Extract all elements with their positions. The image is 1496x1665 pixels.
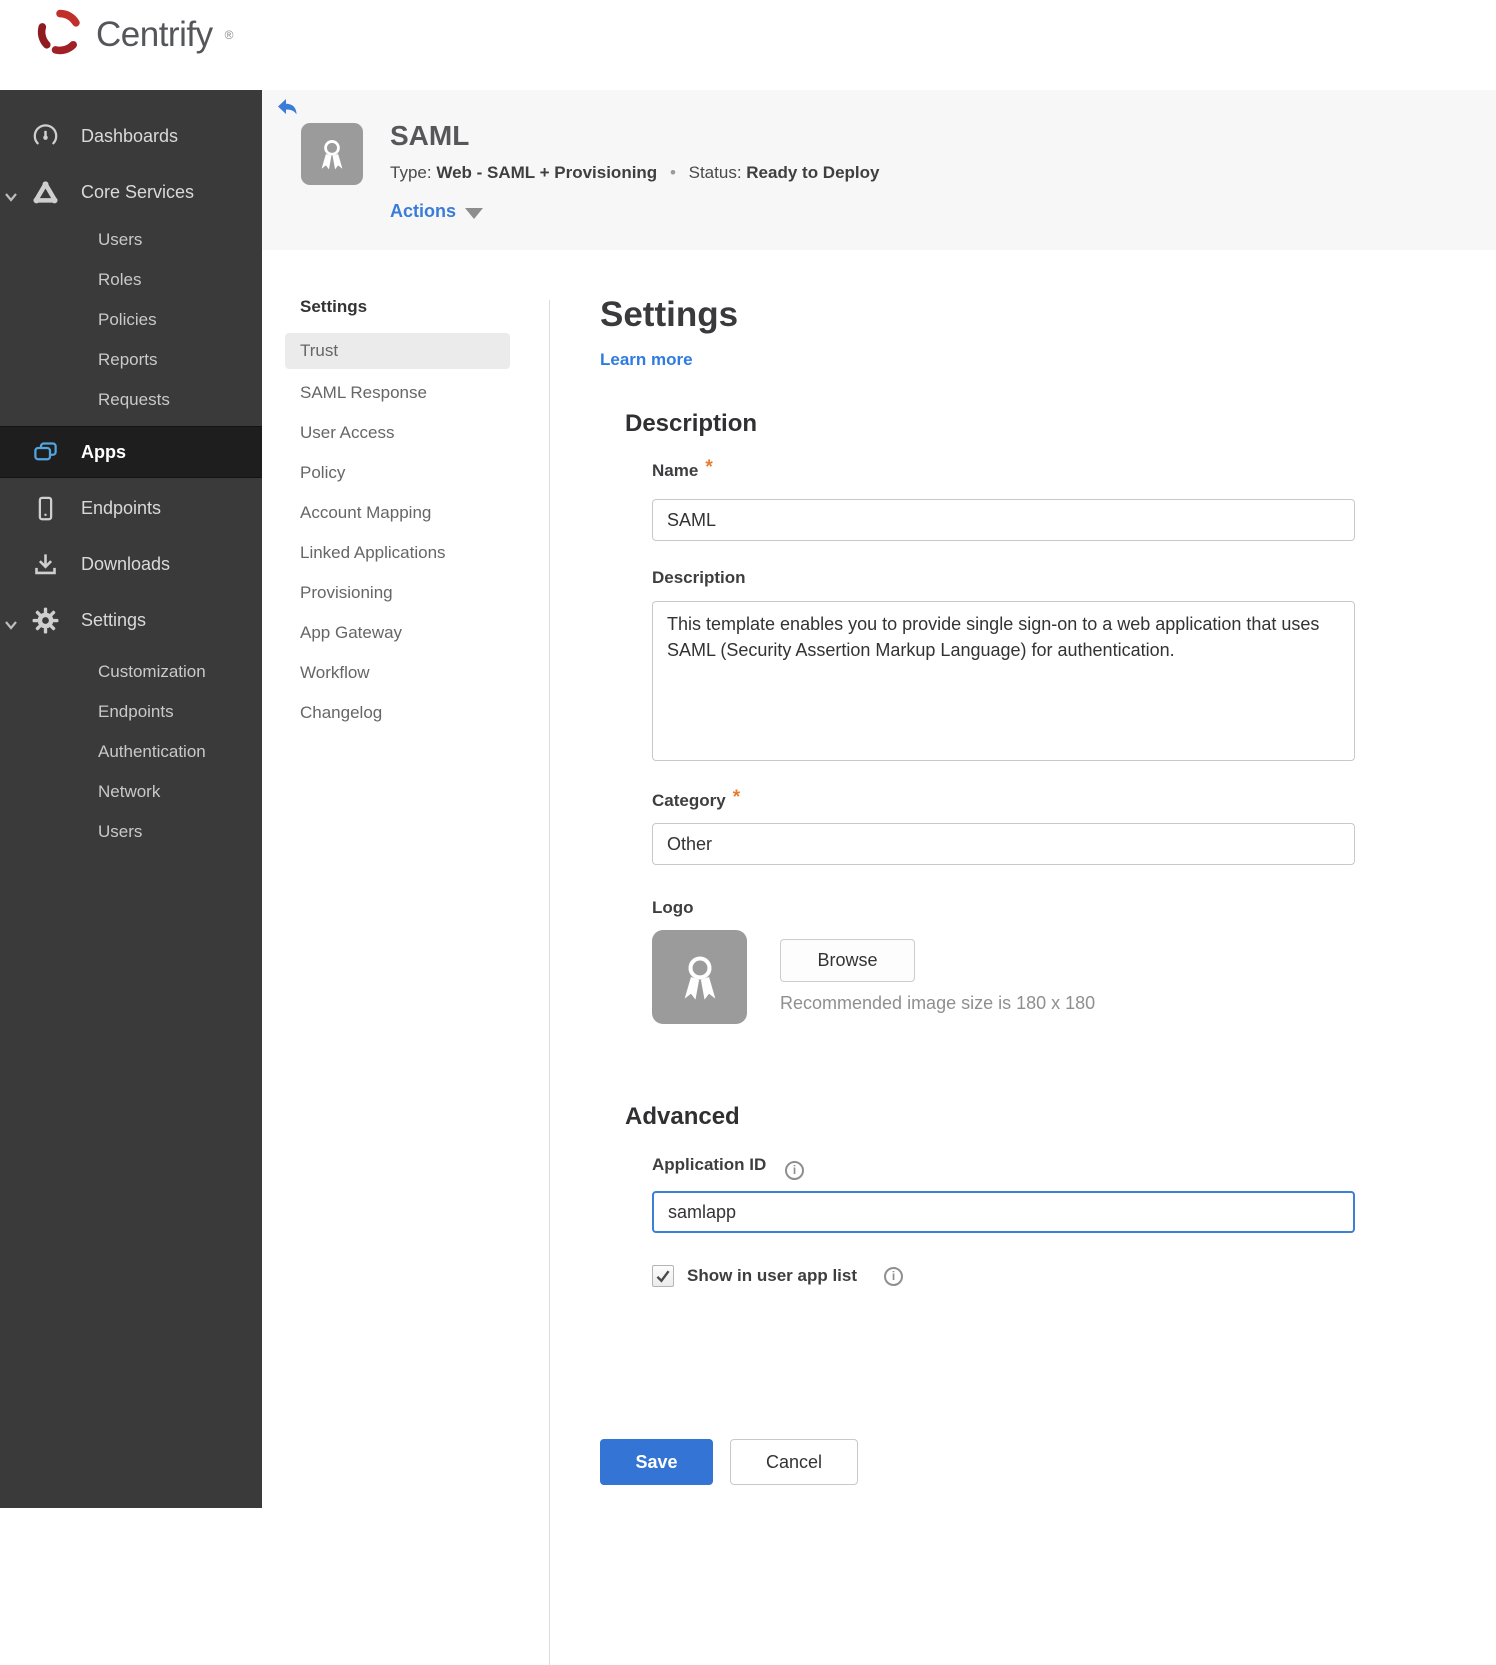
centrify-logo: Centrify ® [34, 6, 233, 63]
logo-label: Logo [652, 898, 694, 917]
subnav-item-saml-response[interactable]: SAML Response [285, 373, 510, 413]
sidebar-item-customization[interactable]: Customization [0, 652, 262, 692]
sidebar-item-label: Settings [81, 609, 147, 630]
sidebar-item-network[interactable]: Network [0, 772, 262, 812]
subnav-item-workflow[interactable]: Workflow [285, 653, 510, 693]
sidebar-item-label: Endpoints [81, 497, 162, 518]
save-button[interactable]: Save [600, 1439, 713, 1485]
type-label: Type: [390, 163, 432, 182]
gear-icon [32, 607, 59, 634]
sidebar-item-requests[interactable]: Requests [0, 380, 262, 420]
page-title: Settings [600, 295, 739, 334]
description-field[interactable]: This template enables you to provide sin… [652, 601, 1355, 761]
required-asterisk: * [732, 787, 741, 808]
logo-preview [652, 930, 747, 1024]
subnav-item-policy[interactable]: Policy [285, 453, 510, 493]
category-field[interactable] [652, 823, 1355, 865]
sidebar-item-roles[interactable]: Roles [0, 260, 262, 300]
sidebar-item-downloads[interactable]: Downloads [0, 536, 262, 592]
category-label: Category * [652, 787, 741, 810]
top-bar: Centrify ® [0, 0, 1496, 90]
name-label: Name * [652, 457, 713, 480]
description-label: Description [652, 568, 746, 587]
subnav-item-linked-applications[interactable]: Linked Applications [285, 533, 510, 573]
actions-label: Actions [390, 201, 457, 221]
status-badge: Ready to Deploy [746, 163, 880, 182]
learn-more-link[interactable]: Learn more [600, 350, 693, 370]
brand-registered-mark: ® [224, 27, 234, 42]
type-value: Web - SAML + Provisioning [436, 163, 658, 182]
ribbon-icon [684, 956, 715, 1000]
subnav-item-trust[interactable]: Trust [285, 333, 510, 369]
sidebar-item-endpoints[interactable]: Endpoints [0, 480, 262, 536]
sidebar-item-label: Dashboards [81, 125, 179, 146]
sidebar-item-apps[interactable]: Apps [0, 426, 262, 478]
form-actions: Save Cancel [600, 1439, 858, 1485]
sidebar-item-policies[interactable]: Policies [0, 300, 262, 340]
status-label: Status: [688, 163, 742, 182]
subnav-item-provisioning[interactable]: Provisioning [285, 573, 510, 613]
brand-name: Centrify [96, 14, 213, 54]
name-field[interactable] [652, 499, 1355, 541]
required-asterisk: * [705, 457, 713, 478]
cancel-button[interactable]: Cancel [730, 1439, 858, 1485]
subnav-item-app-gateway[interactable]: App Gateway [285, 613, 510, 653]
logo-size-hint: Recommended image size is 180 x 180 [780, 993, 1096, 1013]
sidebar-item-dashboards[interactable]: Dashboards [0, 108, 262, 164]
chevron-down-icon [4, 614, 20, 630]
download-icon [32, 551, 59, 578]
subnav-item-changelog[interactable]: Changelog [285, 693, 510, 733]
show-in-user-app-list-label: Show in user app list [687, 1266, 858, 1285]
centrify-swirl-icon [34, 6, 86, 63]
apps-icon [32, 439, 59, 466]
sidebar: Dashboards Core Services Users Roles Pol… [0, 90, 262, 1508]
sidebar-item-label: Downloads [81, 553, 171, 574]
sidebar-item-authentication[interactable]: Authentication [0, 732, 262, 772]
app-logo-thumbnail [301, 123, 363, 185]
subnav-item-account-mapping[interactable]: Account Mapping [285, 493, 510, 533]
back-arrow-icon[interactable] [276, 97, 298, 117]
app-meta-line: Type: Web - SAML + Provisioning • Status… [390, 163, 879, 183]
info-icon[interactable]: i [785, 1160, 805, 1180]
checkmark-icon [656, 1270, 670, 1283]
dropdown-triangle-icon [465, 207, 484, 219]
ribbon-icon [321, 140, 343, 170]
browse-button[interactable]: Browse [780, 939, 915, 982]
meta-separator: • [669, 163, 676, 182]
settings-subnav: Settings Trust SAML Response User Access… [285, 297, 510, 733]
core-services-icon [32, 179, 59, 206]
sidebar-item-settings[interactable]: Settings [0, 592, 262, 648]
sidebar-item-settings-users[interactable]: Users [0, 812, 262, 852]
advanced-section-heading: Advanced [625, 1103, 740, 1130]
sidebar-item-label: Core Services [81, 181, 195, 202]
show-in-user-app-list-checkbox[interactable] [652, 1265, 674, 1287]
info-icon[interactable]: i [884, 1266, 904, 1286]
sidebar-item-label: Apps [81, 441, 126, 462]
sidebar-item-core-services[interactable]: Core Services [0, 164, 262, 220]
app-title: SAML [390, 120, 470, 151]
sidebar-item-settings-endpoints[interactable]: Endpoints [0, 692, 262, 732]
subnav-header: Settings [300, 297, 368, 316]
content-area: Settings Trust SAML Response User Access… [262, 250, 1496, 1665]
actions-dropdown[interactable]: Actions [390, 201, 484, 222]
sidebar-item-reports[interactable]: Reports [0, 340, 262, 380]
endpoint-icon [32, 495, 59, 522]
show-in-user-app-list-row: Show in user app list i [652, 1265, 904, 1287]
chevron-down-icon [4, 186, 20, 202]
description-section-heading: Description [625, 410, 758, 437]
sidebar-item-users[interactable]: Users [0, 220, 262, 260]
subnav-item-user-access[interactable]: User Access [285, 413, 510, 453]
application-id-label: Application ID i [652, 1155, 805, 1180]
app-header: SAML Type: Web - SAML + Provisioning • S… [262, 90, 1496, 250]
gauge-icon [32, 123, 59, 150]
application-id-field[interactable] [652, 1191, 1355, 1233]
vertical-divider [549, 300, 550, 1665]
